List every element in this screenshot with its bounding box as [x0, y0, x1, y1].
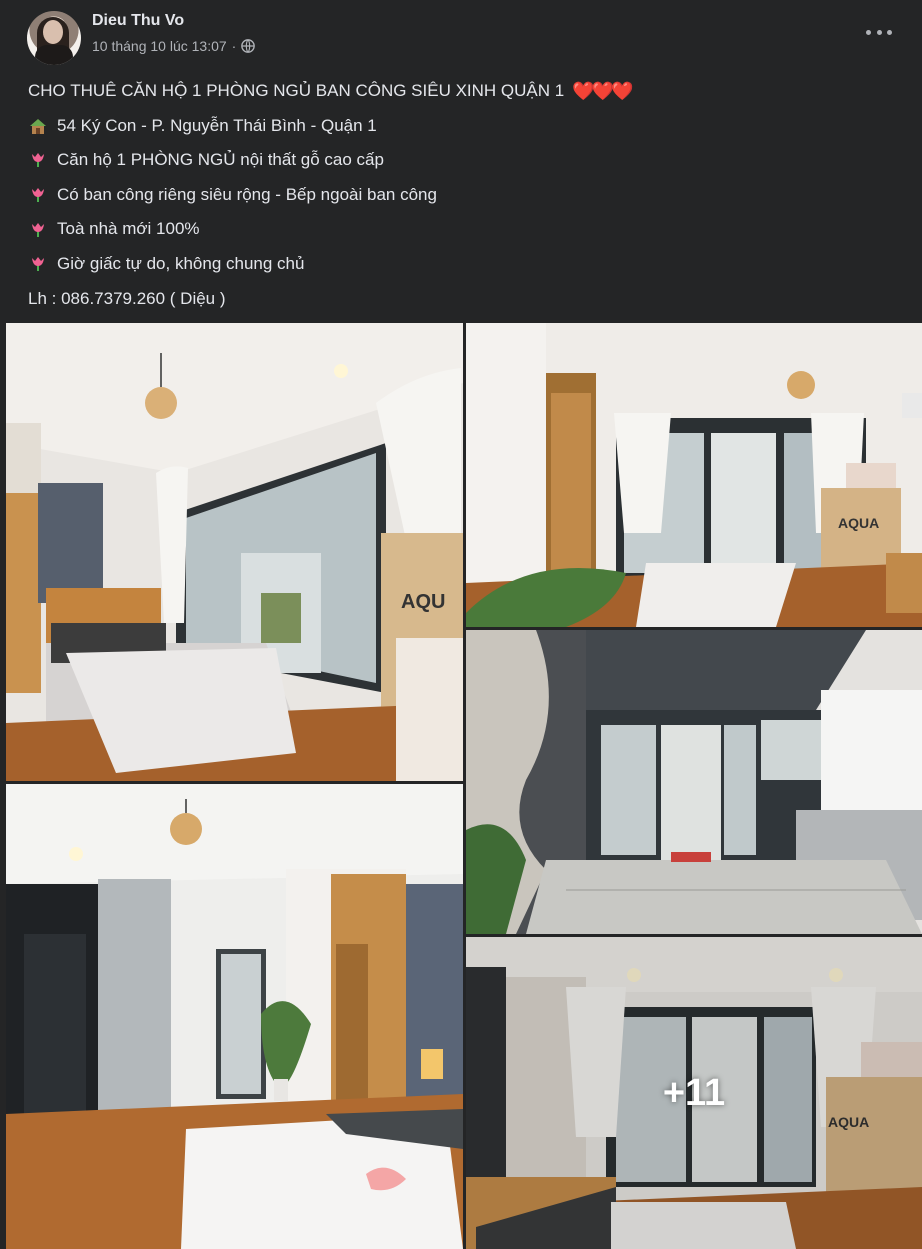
svg-text:AQU: AQU — [401, 591, 445, 613]
globe-icon[interactable] — [241, 39, 256, 53]
feature-line: Toà nhà mới 100% — [28, 212, 898, 247]
contact-line: Lh : 086.7379.260 ( Diệu ) — [28, 282, 898, 317]
feature-line: Căn hộ 1 PHÒNG NGỦ nội thất gỗ cao cấp — [28, 143, 898, 178]
post-header: Dieu Thu Vo 10 tháng 10 lúc 13:07 · — [0, 0, 922, 70]
feature-text: Giờ giấc tự do, không chung chủ — [57, 253, 305, 273]
photo-balcony-kitchen[interactable] — [466, 630, 922, 934]
post-meta: 10 tháng 10 lúc 13:07 · — [92, 38, 256, 54]
tulip-icon — [32, 153, 44, 168]
photo-bedroom-door[interactable] — [6, 784, 463, 1249]
feature-text: Căn hộ 1 PHÒNG NGỦ nội thất gỗ cao cấp — [57, 150, 384, 170]
house-icon — [30, 118, 46, 134]
feature-line: Có ban công riêng siêu rộng - Bếp ngoài … — [28, 178, 898, 213]
more-options-icon[interactable] — [866, 22, 892, 42]
more-photos-count[interactable]: +11 — [466, 937, 922, 1249]
photo-grid: AQU AQUA AQUA +11 — [0, 323, 922, 1249]
address-line: 54 Ký Con - P. Nguyễn Thái Bình - Quận 1 — [28, 109, 898, 144]
heart-icon: ❤️❤️❤️ — [572, 81, 633, 101]
feature-text: Có ban công riêng siêu rộng - Bếp ngoài … — [57, 184, 437, 204]
post-title: CHO THUÊ CĂN HỘ 1 PHÒNG NGỦ BAN CÔNG SIÊ… — [28, 81, 565, 100]
post-text: CHO THUÊ CĂN HỘ 1 PHÒNG NGỦ BAN CÔNG SIÊ… — [28, 74, 898, 316]
feature-line: Giờ giấc tự do, không chung chủ — [28, 247, 898, 282]
tulip-icon — [32, 188, 44, 203]
feature-text: Toà nhà mới 100% — [57, 219, 200, 239]
facebook-post: Dieu Thu Vo 10 tháng 10 lúc 13:07 · CHO … — [0, 0, 922, 1249]
avatar[interactable] — [27, 11, 81, 65]
photo-bedroom-more[interactable]: AQUA +11 — [466, 937, 922, 1249]
photo-bedroom-balcony[interactable]: AQU — [6, 323, 463, 781]
svg-text:AQUA: AQUA — [838, 515, 879, 531]
tulip-icon — [32, 257, 44, 272]
photo-bedroom-window[interactable]: AQUA — [466, 323, 922, 627]
contact-text: Lh : 086.7379.260 ( Diệu ) — [28, 288, 226, 308]
post-timestamp[interactable]: 10 tháng 10 lúc 13:07 — [92, 38, 227, 54]
address-text: 54 Ký Con - P. Nguyễn Thái Bình - Quận 1 — [57, 115, 377, 135]
post-title-line: CHO THUÊ CĂN HỘ 1 PHÒNG NGỦ BAN CÔNG SIÊ… — [28, 74, 898, 109]
author-name[interactable]: Dieu Thu Vo — [92, 12, 184, 30]
sep-dot: · — [231, 38, 237, 54]
tulip-icon — [32, 222, 44, 237]
